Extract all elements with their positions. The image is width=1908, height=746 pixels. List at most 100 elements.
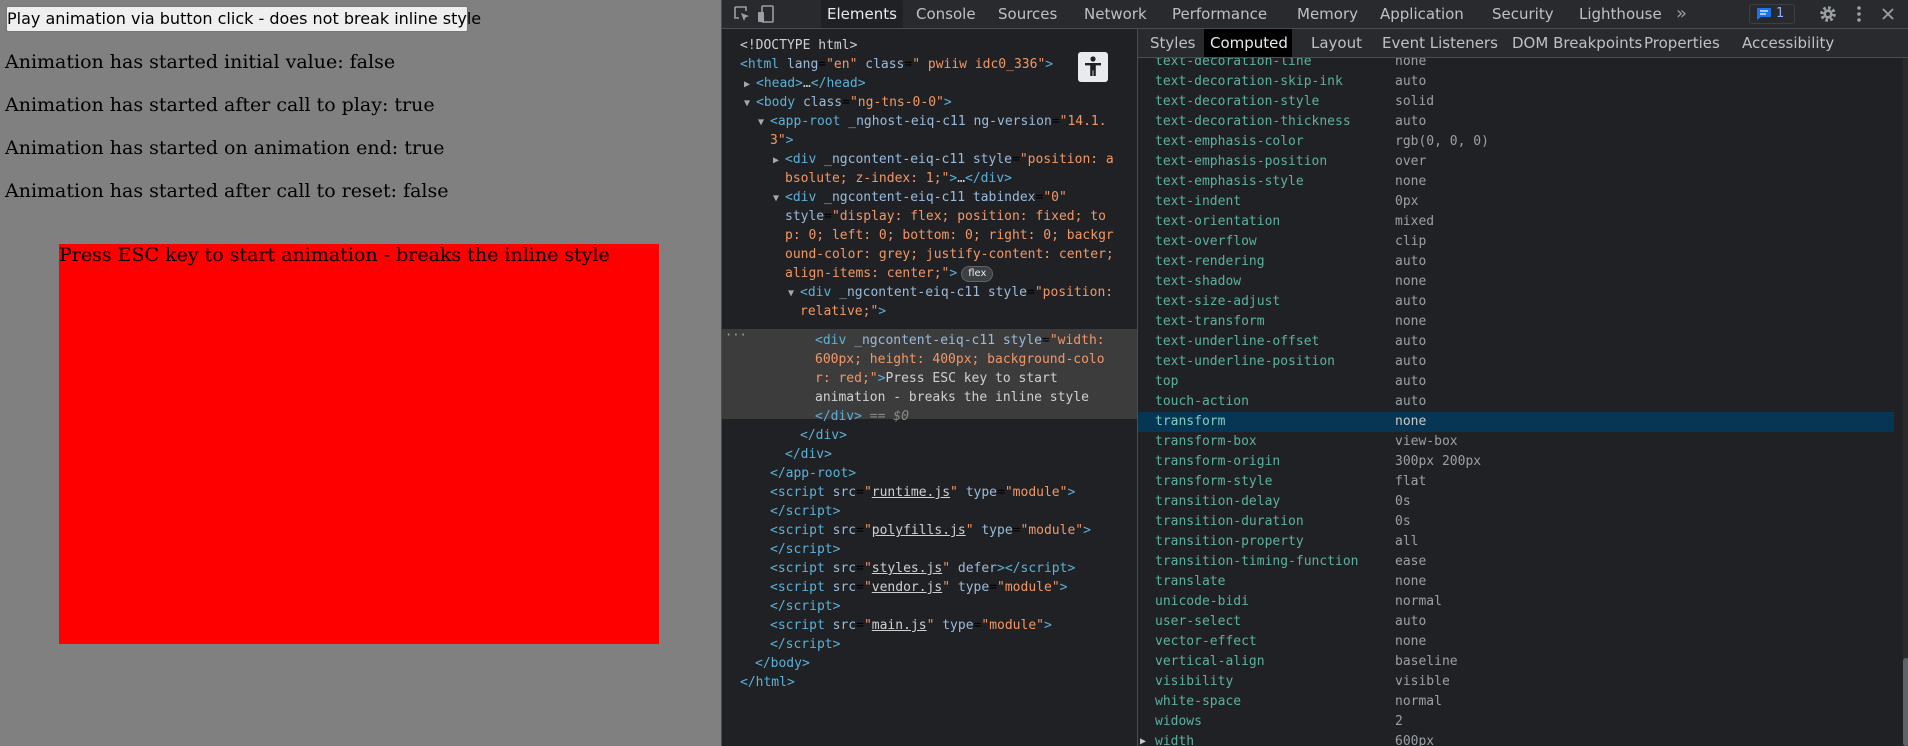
scrollbar-track[interactable] bbox=[1903, 58, 1908, 746]
tab-styles[interactable]: Styles bbox=[1144, 29, 1202, 57]
computed-property-row[interactable]: text-orientation mixed bbox=[1138, 212, 1894, 232]
computed-property-row[interactable]: transform-box view-box bbox=[1138, 432, 1894, 452]
dom-script-polyfills[interactable]: <script src="polyfills.js" type="module"… bbox=[770, 521, 1091, 540]
dom-script-vendor-close: </script> bbox=[770, 599, 841, 614]
property-value: auto bbox=[1395, 374, 1427, 389]
tab-elements[interactable]: Elements bbox=[821, 0, 903, 28]
expand-triangle-icon[interactable]: ▶ bbox=[1140, 732, 1146, 746]
tab-network[interactable]: Network bbox=[1078, 0, 1153, 28]
inspect-icon[interactable] bbox=[732, 4, 752, 24]
tab-memory[interactable]: Memory bbox=[1291, 0, 1364, 28]
computed-property-row[interactable]: text-emphasis-position over bbox=[1138, 152, 1894, 172]
computed-property-row[interactable]: text-emphasis-color rgb(0, 0, 0) bbox=[1138, 132, 1894, 152]
computed-property-row[interactable]: text-shadow none bbox=[1138, 272, 1894, 292]
dom-head-node[interactable]: ▶ <head>…</head> bbox=[744, 74, 866, 93]
computed-property-row[interactable]: text-underline-offset auto bbox=[1138, 332, 1894, 352]
dom-script-vendor[interactable]: <script src="vendor.js" type="module"> bbox=[770, 578, 1067, 597]
tab-properties[interactable]: Properties bbox=[1638, 29, 1726, 57]
status-initial: Animation has started initial value: fal… bbox=[5, 51, 396, 73]
computed-property-row[interactable]: vertical-align baseline bbox=[1138, 652, 1894, 672]
computed-property-row[interactable]: user-select auto bbox=[1138, 612, 1894, 632]
dom-script-styles[interactable]: <script src="styles.js" defer></script> bbox=[770, 559, 1075, 578]
computed-property-row[interactable]: text-transform none bbox=[1138, 312, 1894, 332]
computed-property-row[interactable]: transition-property all bbox=[1138, 532, 1894, 552]
dom-body-node[interactable]: ▼ <body class="ng-tns-0-0"> bbox=[744, 93, 952, 112]
computed-property-row[interactable]: text-decoration-thickness auto bbox=[1138, 112, 1894, 132]
settings-gear-icon[interactable] bbox=[1818, 4, 1838, 24]
computed-property-row[interactable]: text-decoration-skip-ink auto bbox=[1138, 72, 1894, 92]
property-value: auto bbox=[1395, 114, 1427, 129]
dom-doctype[interactable]: <!DOCTYPE html> bbox=[740, 36, 857, 55]
computed-property-row[interactable]: text-overflow clip bbox=[1138, 232, 1894, 252]
computed-property-row[interactable]: text-emphasis-style none bbox=[1138, 172, 1894, 192]
computed-property-row[interactable]: visibility visible bbox=[1138, 672, 1894, 692]
device-toolbar-icon[interactable] bbox=[756, 4, 776, 24]
dom-close-app-root: </app-root> bbox=[770, 466, 857, 481]
dom-div-absolute[interactable]: ▶ <div _ngcontent-eiq-c11 style="position… bbox=[773, 150, 1114, 169]
dom-html-node[interactable]: <html lang="en" class=" pwiiw idc0_336"> bbox=[740, 55, 1053, 74]
tab-performance[interactable]: Performance bbox=[1166, 0, 1273, 28]
node-actions-ellipsis[interactable]: ··· bbox=[725, 328, 747, 342]
computed-property-row[interactable]: text-rendering auto bbox=[1138, 252, 1894, 272]
computed-property-row[interactable]: ▶ width 600px bbox=[1138, 732, 1894, 746]
dom-div-relative[interactable]: ▼ <div _ngcontent-eiq-c11 style="position… bbox=[788, 283, 1113, 302]
flex-badge[interactable]: flex bbox=[961, 265, 994, 282]
tab-sources[interactable]: Sources bbox=[992, 0, 1063, 28]
computed-property-row[interactable]: text-decoration-style solid bbox=[1138, 92, 1894, 112]
dom-tree-pane[interactable]: ··· <!DOCTYPE html> <html lang="en" clas… bbox=[722, 29, 1138, 746]
dom-app-root-node[interactable]: ▼ <app-root _nghost-eiq-c11 ng-version="1… bbox=[758, 112, 1107, 131]
dom-div-red-selected[interactable]: <div _ngcontent-eiq-c11 style="width: bbox=[815, 331, 1105, 350]
computed-property-row[interactable]: text-size-adjust auto bbox=[1138, 292, 1894, 312]
dom-script-runtime[interactable]: <script src="runtime.js" type="module"> bbox=[770, 483, 1075, 502]
property-value: all bbox=[1395, 534, 1419, 549]
tab-accessibility[interactable]: Accessibility bbox=[1736, 29, 1840, 57]
computed-property-row[interactable]: transform none bbox=[1138, 412, 1894, 432]
property-name: text-size-adjust bbox=[1155, 294, 1281, 309]
animated-red-box[interactable]: Press ESC key to start animation - break… bbox=[59, 244, 659, 644]
computed-property-row[interactable]: top auto bbox=[1138, 372, 1894, 392]
computed-property-row[interactable]: text-decoration-line none bbox=[1138, 58, 1894, 72]
computed-property-row[interactable]: unicode-bidi normal bbox=[1138, 592, 1894, 612]
computed-property-row[interactable]: translate none bbox=[1138, 572, 1894, 592]
property-value: 300px 200px bbox=[1395, 454, 1482, 469]
close-icon[interactable] bbox=[1878, 4, 1898, 24]
computed-property-row[interactable]: vector-effect none bbox=[1138, 632, 1894, 652]
computed-property-row[interactable]: text-underline-position auto bbox=[1138, 352, 1894, 372]
tab-layout[interactable]: Layout bbox=[1305, 29, 1368, 57]
computed-property-row[interactable]: transition-duration 0s bbox=[1138, 512, 1894, 532]
kebab-menu-icon[interactable] bbox=[1849, 4, 1869, 24]
dom-div-flex-style-4: align-items: center;"> flex bbox=[785, 264, 994, 283]
property-value: normal bbox=[1395, 694, 1442, 709]
computed-property-row[interactable]: transform-style flat bbox=[1138, 472, 1894, 492]
dom-script-main[interactable]: <script src="main.js" type="module"> bbox=[770, 616, 1052, 635]
computed-properties-list[interactable]: ▶ width 600px widows 2 white-space normal visib… bbox=[1138, 58, 1908, 746]
property-value: none bbox=[1395, 58, 1427, 69]
devtools-panel: Elements Console Sources Network Perform… bbox=[721, 0, 1908, 746]
property-name: transform-box bbox=[1155, 434, 1257, 449]
accessibility-tree-toggle[interactable] bbox=[1078, 52, 1108, 82]
computed-property-row[interactable]: text-indent 0px bbox=[1138, 192, 1894, 212]
computed-property-row[interactable]: white-space normal bbox=[1138, 692, 1894, 712]
tab-security[interactable]: Security bbox=[1486, 0, 1560, 28]
tab-computed[interactable]: Computed bbox=[1204, 29, 1292, 57]
property-value: auto bbox=[1395, 394, 1427, 409]
issues-button[interactable]: 1 bbox=[1749, 4, 1795, 24]
tab-event-listeners[interactable]: Event Listeners bbox=[1376, 29, 1504, 57]
more-tabs-chevron-icon[interactable]: » bbox=[1676, 0, 1687, 28]
tab-dom-breakpoints[interactable]: DOM Breakpoints bbox=[1506, 29, 1648, 57]
property-value: ease bbox=[1395, 554, 1427, 569]
computed-property-row[interactable]: widows 2 bbox=[1138, 712, 1894, 732]
tab-application[interactable]: Application bbox=[1374, 0, 1470, 28]
play-animation-button[interactable]: Play animation via button click - does n… bbox=[6, 6, 481, 32]
scrollbar-thumb[interactable] bbox=[1903, 658, 1908, 746]
tab-lighthouse[interactable]: Lighthouse bbox=[1573, 0, 1668, 28]
issues-count: 1 bbox=[1776, 6, 1785, 21]
tab-console[interactable]: Console bbox=[910, 0, 982, 28]
computed-property-row[interactable]: touch-action auto bbox=[1138, 392, 1894, 412]
computed-property-row[interactable]: transition-delay 0s bbox=[1138, 492, 1894, 512]
dom-close-div-flex: </div> bbox=[785, 447, 832, 462]
computed-property-row[interactable]: transition-timing-function ease bbox=[1138, 552, 1894, 572]
property-value: 2 bbox=[1395, 714, 1403, 729]
dom-div-flex[interactable]: ▼ <div _ngcontent-eiq-c11 tabindex="0" bbox=[773, 188, 1067, 207]
computed-property-row[interactable]: transform-origin 300px 200px bbox=[1138, 452, 1894, 472]
